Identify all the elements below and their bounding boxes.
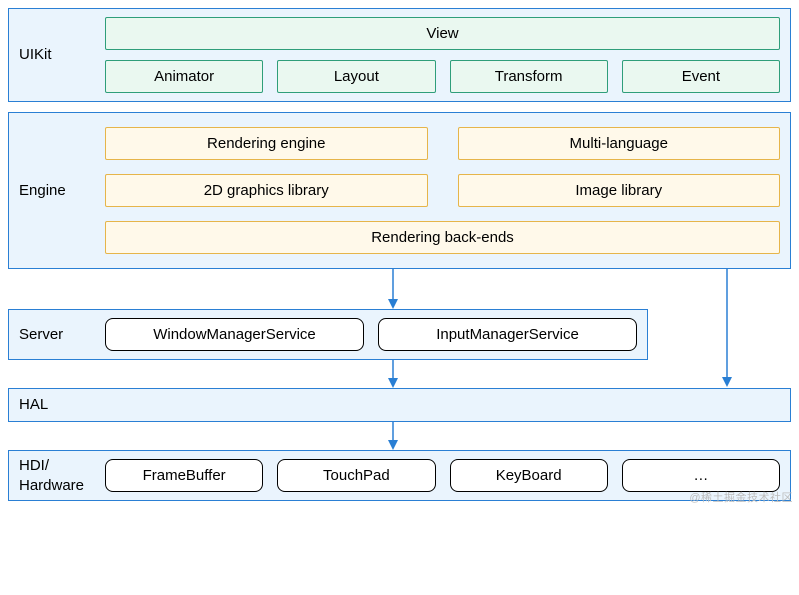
layer-hdi-content: FrameBuffer TouchPad KeyBoard … bbox=[101, 451, 790, 500]
layer-uikit: UIKit View Animator Layout Transform Eve… bbox=[8, 8, 791, 102]
layer-hdi-label: HDI/ Hardware bbox=[9, 456, 101, 495]
watermark: @稀土掘金技术社区 bbox=[689, 489, 793, 505]
layer-uikit-content: View Animator Layout Transform Event bbox=[101, 9, 790, 101]
layer-server-content: WindowManagerService InputManagerService bbox=[101, 310, 647, 359]
box-window-manager: WindowManagerService bbox=[105, 318, 364, 351]
layer-uikit-label: UIKit bbox=[9, 45, 101, 65]
box-framebuffer: FrameBuffer bbox=[105, 459, 263, 492]
arrow-server-to-hal bbox=[386, 360, 400, 388]
box-image-library: Image library bbox=[458, 174, 781, 207]
layer-engine-label: Engine bbox=[9, 181, 101, 201]
arrow-server-down bbox=[8, 360, 791, 388]
box-event: Event bbox=[622, 60, 780, 93]
box-multi-language: Multi-language bbox=[458, 127, 781, 160]
arrow-engine-down bbox=[8, 269, 791, 309]
layer-server-label: Server bbox=[9, 325, 101, 345]
box-keyboard: KeyBoard bbox=[450, 459, 608, 492]
box-view: View bbox=[105, 17, 780, 50]
box-rendering-backends: Rendering back-ends bbox=[105, 221, 780, 254]
layer-engine: Engine Rendering engine Multi-language 2… bbox=[8, 112, 791, 269]
box-transform: Transform bbox=[450, 60, 608, 93]
box-layout: Layout bbox=[277, 60, 435, 93]
layer-hal: HAL bbox=[8, 388, 791, 422]
box-input-manager: InputManagerService bbox=[378, 318, 637, 351]
layer-engine-content: Rendering engine Multi-language 2D graph… bbox=[101, 113, 790, 268]
box-touchpad: TouchPad bbox=[277, 459, 435, 492]
arrow-hal-down bbox=[8, 422, 791, 450]
arrow-hal-to-hdi bbox=[386, 422, 400, 450]
box-rendering-engine: Rendering engine bbox=[105, 127, 428, 160]
layer-server: Server WindowManagerService InputManager… bbox=[8, 309, 648, 360]
box-2d-graphics: 2D graphics library bbox=[105, 174, 428, 207]
arrow-engine-to-server bbox=[386, 269, 400, 309]
layer-hal-label: HAL bbox=[9, 395, 101, 415]
box-more: … bbox=[622, 459, 780, 492]
box-animator: Animator bbox=[105, 60, 263, 93]
layer-hal-content bbox=[101, 401, 790, 409]
layer-hdi: HDI/ Hardware FrameBuffer TouchPad KeyBo… bbox=[8, 450, 791, 501]
